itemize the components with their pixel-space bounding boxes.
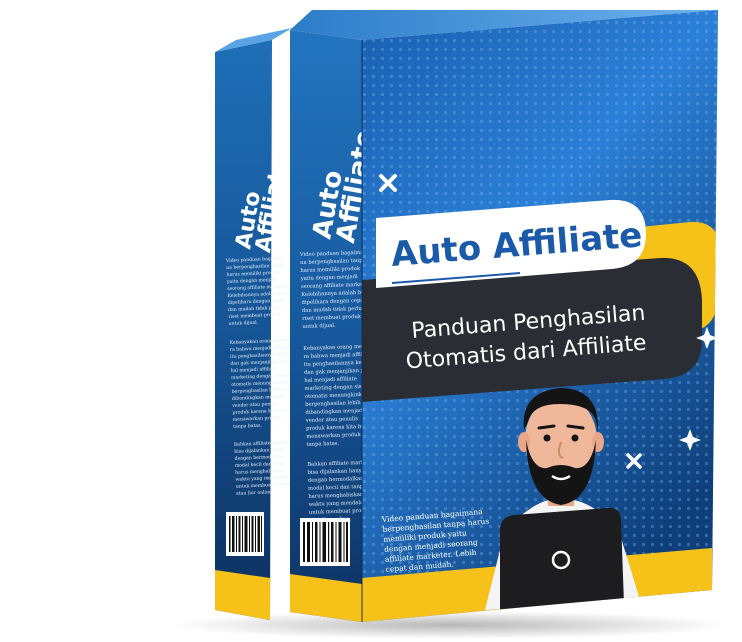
box-scene: Auto Affiliate Video panduan bagaima- na…: [170, 10, 730, 639]
front-face-artwork: Auto Affiliate Panduan Penghasilan Otoma…: [362, 10, 718, 622]
front-box: Auto Affiliate Video panduan bagaima- na…: [290, 10, 718, 622]
laptop-icon: [500, 507, 624, 612]
spine-side-line: tanpa batas.: [306, 441, 339, 448]
barcode-icon: [300, 518, 350, 566]
spine-side-line: untuk dijual.: [302, 323, 336, 330]
back-box: Auto Affiliate Video panduan bagaima- na…: [215, 28, 296, 620]
barcode-icon: [226, 512, 264, 556]
left-eyebrow: [537, 424, 556, 430]
product-box-mockup: Auto Affiliate Video panduan bagaima- na…: [0, 0, 742, 642]
right-eyebrow: [566, 424, 585, 430]
back-box-yellow-band: [215, 570, 270, 620]
right-eye: [571, 434, 579, 442]
left-eye: [543, 434, 551, 442]
